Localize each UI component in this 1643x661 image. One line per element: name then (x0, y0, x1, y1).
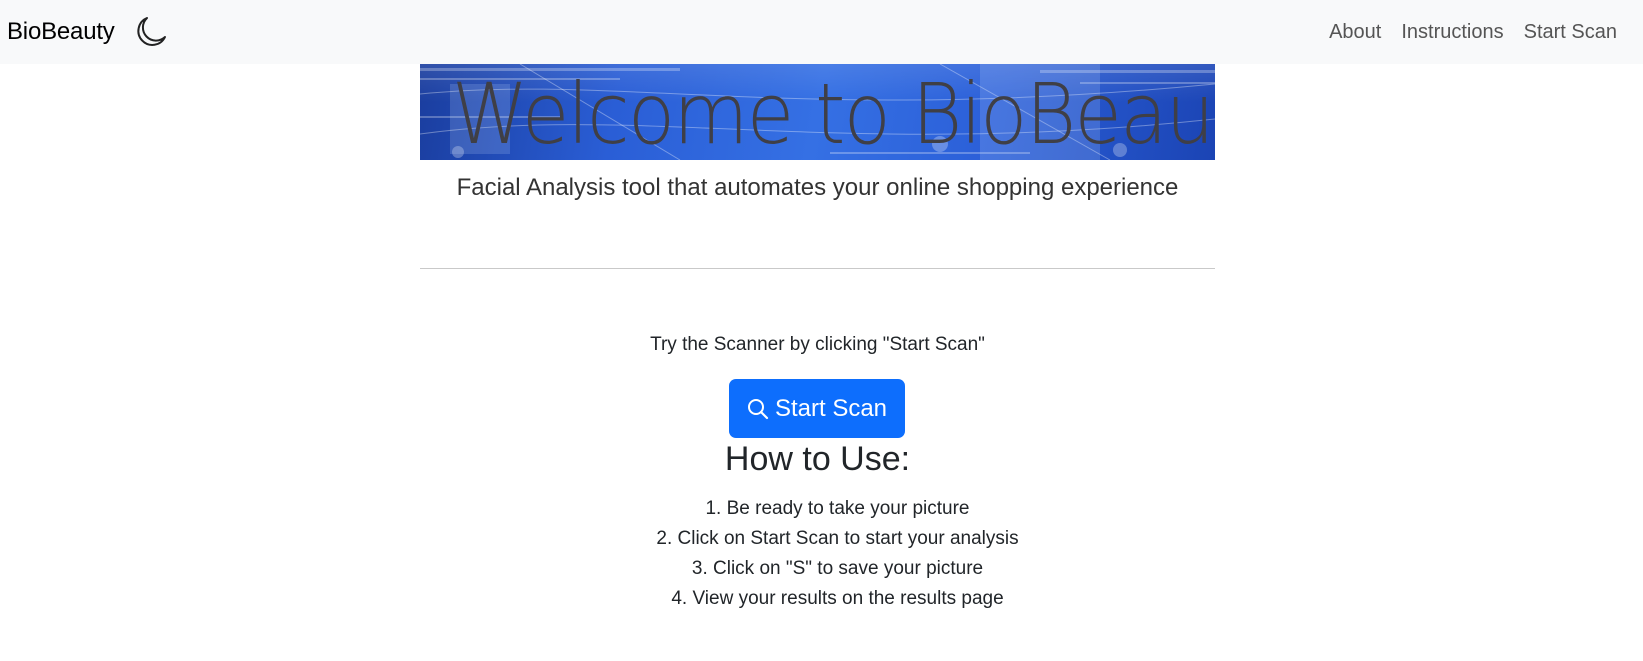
hero-title: Welcome to BioBeauty (451, 65, 1215, 160)
list-item: 4. View your results on the results page (671, 588, 1004, 609)
instructions-list: 1. Be ready to take your picture 2. Clic… (0, 494, 1643, 614)
nav-links: About Instructions Start Scan (1329, 21, 1617, 44)
nav-link-start-scan[interactable]: Start Scan (1524, 21, 1617, 44)
scan-prompt: Try the Scanner by clicking "Start Scan" (650, 334, 985, 355)
nav-link-instructions[interactable]: Instructions (1401, 21, 1503, 44)
nav-link-about[interactable]: About (1329, 21, 1381, 44)
moon-icon[interactable] (133, 14, 169, 50)
start-scan-button[interactable]: Start Scan (729, 379, 905, 438)
how-to-use-heading: How to Use: (724, 440, 911, 478)
section-divider (420, 268, 1215, 269)
hero-subtitle: Facial Analysis tool that automates your… (456, 174, 1179, 201)
search-icon (747, 398, 769, 420)
start-scan-button-label: Start Scan (774, 394, 888, 422)
list-item: 3. Click on "S" to save your picture (691, 558, 984, 579)
brand-group: BioBeauty (7, 14, 169, 50)
hero-banner: Welcome to BioBeauty (420, 64, 1215, 160)
navbar: BioBeauty About Instructions Start Scan (0, 0, 1643, 64)
list-item: 2. Click on Start Scan to start your ana… (656, 528, 1019, 549)
brand-link[interactable]: BioBeauty (7, 18, 115, 46)
list-item: 1. Be ready to take your picture (705, 498, 970, 519)
